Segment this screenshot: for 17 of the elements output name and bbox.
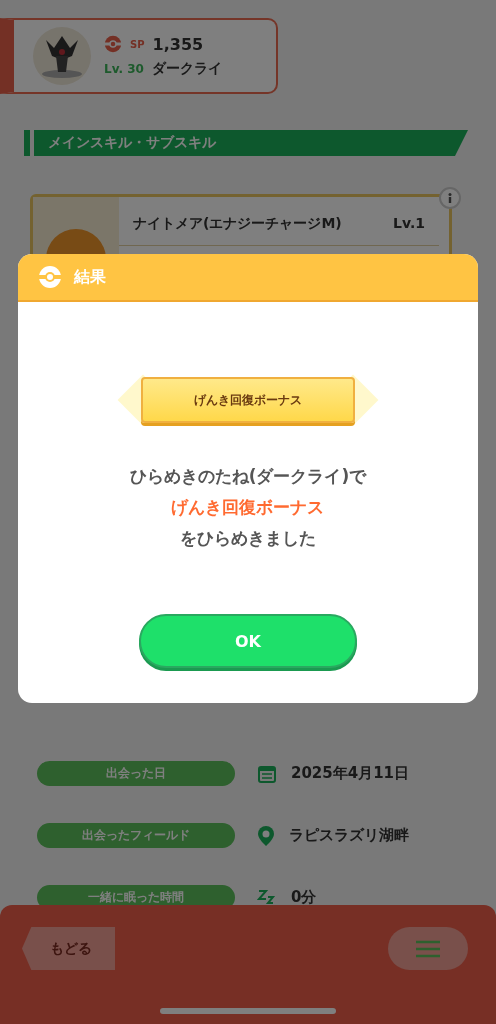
sp-value: 1,355 [152, 34, 204, 54]
pokemon-name: ダークライ [151, 59, 222, 78]
level-label: Lv. 30 [104, 61, 144, 76]
info-value: ラピスラズリ湖畔 [289, 826, 409, 845]
message-line: をひらめきました [180, 527, 316, 550]
label-pill: 出会ったフィールド [37, 823, 235, 848]
label-pill: 出会った日 [37, 761, 235, 786]
section-title: メインスキル・サブスキル [34, 130, 468, 156]
dialog-title: 結果 [74, 266, 106, 288]
info-value: 2025年4月11日 [291, 764, 410, 783]
message-line: げんき回復ボーナス [171, 496, 325, 519]
message-line: ひらめきのたね(ダークライ)で [129, 465, 367, 488]
skill-level: Lv.1 [393, 215, 425, 231]
sp-label: SP [130, 38, 145, 50]
skill-name: ナイトメア(エナジーチャージM) [133, 215, 342, 233]
info-value: 0分 [291, 888, 317, 907]
bonus-banner: げんき回復ボーナス [141, 377, 355, 423]
